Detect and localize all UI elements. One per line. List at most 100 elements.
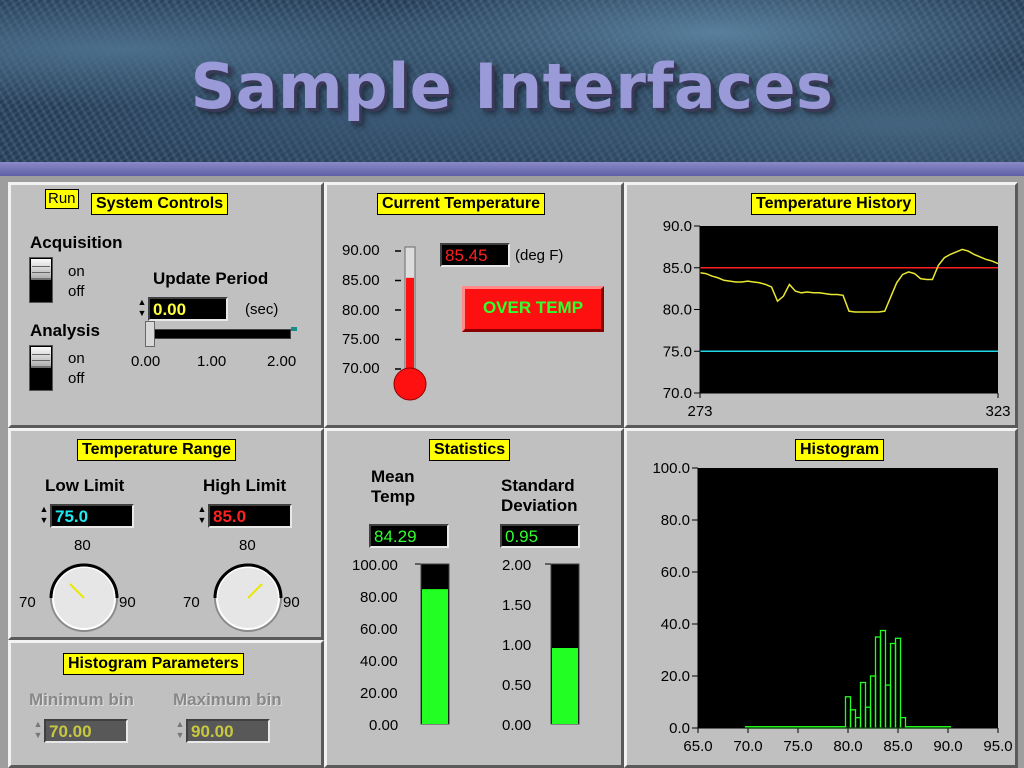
update-period-label: Update Period bbox=[153, 269, 269, 288]
thermometer-bulb bbox=[393, 367, 427, 401]
slide-title: Sample Interfaces bbox=[190, 50, 834, 123]
statistics-title: Statistics bbox=[429, 439, 511, 461]
histogram-x-tick-label: 85.0 bbox=[883, 738, 912, 755]
histogram-x-tick-label: 75.0 bbox=[783, 738, 812, 755]
temperature-history-chart: 90.0 85.0 80.0 75.0 70.0273 323 bbox=[663, 218, 1011, 420]
histogram-parameters-panel: Histogram Parameters Minimum bin Maximum… bbox=[8, 640, 324, 768]
low-dial-label-70: 70 bbox=[19, 594, 36, 611]
thermometer bbox=[393, 246, 427, 401]
stddev-tick-0.5: 0.50 bbox=[502, 677, 532, 694]
temperature-range-title: Temperature Range bbox=[77, 439, 237, 461]
system-controls-panel: Run System Controls Acquisition on off A… bbox=[8, 182, 324, 428]
mean-temp-label-line2: Temp bbox=[371, 487, 416, 506]
histogram-y-tick-label: 20.0 bbox=[661, 668, 690, 685]
slider-end-marker bbox=[291, 327, 297, 331]
acquisition-label: Acquisition bbox=[30, 233, 123, 252]
histogram-x-tick-label: 70.0 bbox=[733, 738, 762, 755]
current-temperature-title: Current Temperature bbox=[377, 193, 545, 215]
histogram-x-tick-label: 80.0 bbox=[833, 738, 862, 755]
stddev-label-line1: Standard bbox=[501, 476, 575, 495]
history-x-tick-label: 323 bbox=[985, 403, 1010, 420]
temperature-range-panel: Temperature Range Low Limit High Limit ▲… bbox=[8, 428, 324, 640]
low-limit-spinner[interactable]: ▲ ▼ bbox=[39, 504, 49, 528]
histogram-x-tick-label: 90.0 bbox=[933, 738, 962, 755]
maximum-bin-spinner[interactable]: ▲ ▼ bbox=[175, 719, 185, 743]
mean-temp-readout: 84.29 bbox=[369, 524, 449, 548]
temperature-history-panel: Temperature History 90.0 85.0 80.0 75.0 70.0… bbox=[624, 182, 1018, 428]
thermo-tick-marks bbox=[395, 250, 401, 370]
thermo-tick-80: 80.00 bbox=[342, 302, 380, 319]
histogram-x-tick-label: 65.0 bbox=[683, 738, 712, 755]
level-fill bbox=[422, 589, 448, 724]
update-period-input[interactable]: 0.00 bbox=[148, 297, 228, 321]
stddev-tick-1.5: 1.50 bbox=[502, 597, 532, 614]
thermometer-mercury bbox=[406, 277, 414, 377]
level-fill bbox=[552, 648, 578, 724]
high-limit-spinner[interactable]: ▲ ▼ bbox=[197, 504, 207, 528]
stddev-readout: 0.95 bbox=[500, 524, 580, 548]
update-period-slider-track[interactable] bbox=[151, 329, 291, 339]
high-limit-dial[interactable] bbox=[212, 562, 284, 634]
update-period-unit: (sec) bbox=[245, 301, 279, 318]
thermo-tick-75: 75.00 bbox=[342, 331, 380, 348]
minimum-bin-spinner[interactable]: ▲ ▼ bbox=[33, 719, 43, 743]
thermo-tick-85: 85.00 bbox=[342, 272, 380, 289]
low-dial-label-80: 80 bbox=[74, 537, 91, 554]
mean-tick-60: 60.00 bbox=[360, 621, 398, 638]
low-limit-label: Low Limit bbox=[45, 476, 125, 495]
maximum-bin-input[interactable]: 90.00 bbox=[186, 719, 270, 743]
high-dial-label-70: 70 bbox=[183, 594, 200, 611]
low-limit-dial[interactable] bbox=[48, 562, 120, 634]
histogram-y-tick-label: 80.0 bbox=[661, 512, 690, 529]
analysis-off-label: off bbox=[68, 370, 85, 387]
minimum-bin-label: Minimum bin bbox=[29, 690, 134, 709]
history-y-tick-label: 80.0 bbox=[663, 302, 692, 319]
analysis-toggle[interactable] bbox=[29, 345, 53, 391]
stddev-tick-0: 0.00 bbox=[502, 717, 532, 734]
history-y-tick-label: 90.0 bbox=[663, 218, 692, 235]
histogram-y-tick-label: 0.0 bbox=[669, 720, 690, 737]
current-temperature-readout: 85.45 bbox=[440, 243, 510, 267]
histogram-panel: Histogram 100.0 80.0 60.0 40.0 20.0 0.0 65.0 70… bbox=[624, 428, 1018, 768]
mean-tick-100: 100.00 bbox=[352, 557, 398, 574]
stddev-bar bbox=[545, 563, 580, 725]
histogram-plot-area bbox=[698, 468, 998, 728]
mean-tick-80: 80.00 bbox=[360, 589, 398, 606]
toggle-knob bbox=[31, 347, 51, 368]
current-temperature-panel: Current Temperature 90.00 85.00 80.00 75… bbox=[324, 182, 624, 428]
history-x-tick-label: 273 bbox=[687, 403, 712, 420]
high-dial-label-80: 80 bbox=[239, 537, 256, 554]
current-temperature-unit: (deg F) bbox=[515, 247, 564, 264]
update-period-spinner[interactable]: ▲ ▼ bbox=[137, 297, 147, 321]
system-controls-title: System Controls bbox=[91, 193, 229, 215]
maximum-bin-label: Maximum bin bbox=[173, 690, 282, 709]
update-period-slider-thumb[interactable] bbox=[145, 321, 155, 347]
history-y-tick-label: 75.0 bbox=[663, 343, 692, 360]
stddev-tick-2: 2.00 bbox=[502, 557, 532, 574]
stddev-label-line2: Deviation bbox=[501, 496, 578, 515]
slider-tick-max: 2.00 bbox=[267, 353, 297, 370]
slider-tick-min: 0.00 bbox=[131, 353, 161, 370]
analysis-on-label: on bbox=[68, 350, 85, 367]
front-panel: Run System Controls Acquisition on off A… bbox=[0, 176, 1024, 768]
toggle-knob bbox=[31, 259, 51, 280]
thermo-tick-90: 90.00 bbox=[342, 242, 380, 259]
mean-temp-bar bbox=[415, 563, 450, 725]
acquisition-toggle[interactable] bbox=[29, 257, 53, 303]
mean-temp-label-line1: Mean bbox=[371, 467, 415, 486]
histogram-x-tick-label: 95.0 bbox=[983, 738, 1012, 755]
low-limit-input[interactable]: 75.0 bbox=[50, 504, 134, 528]
banner-strip bbox=[0, 162, 1024, 176]
run-button[interactable]: Run bbox=[45, 189, 79, 209]
histogram-parameters-title: Histogram Parameters bbox=[63, 653, 244, 675]
low-dial-label-90: 90 bbox=[119, 594, 136, 611]
history-y-tick-label: 85.0 bbox=[663, 260, 692, 277]
history-y-tick-label: 70.0 bbox=[663, 385, 692, 402]
stddev-tick-1: 1.00 bbox=[502, 637, 532, 654]
minimum-bin-input[interactable]: 70.00 bbox=[44, 719, 128, 743]
analysis-label: Analysis bbox=[30, 321, 100, 340]
high-limit-input[interactable]: 85.0 bbox=[208, 504, 292, 528]
high-dial-label-90: 90 bbox=[283, 594, 300, 611]
statistics-panel: Statistics Mean Temp Standard Deviation … bbox=[324, 428, 624, 768]
histogram-chart: 100.0 80.0 60.0 40.0 20.0 0.065.0 70.0 75.0 80.0… bbox=[652, 460, 1012, 755]
